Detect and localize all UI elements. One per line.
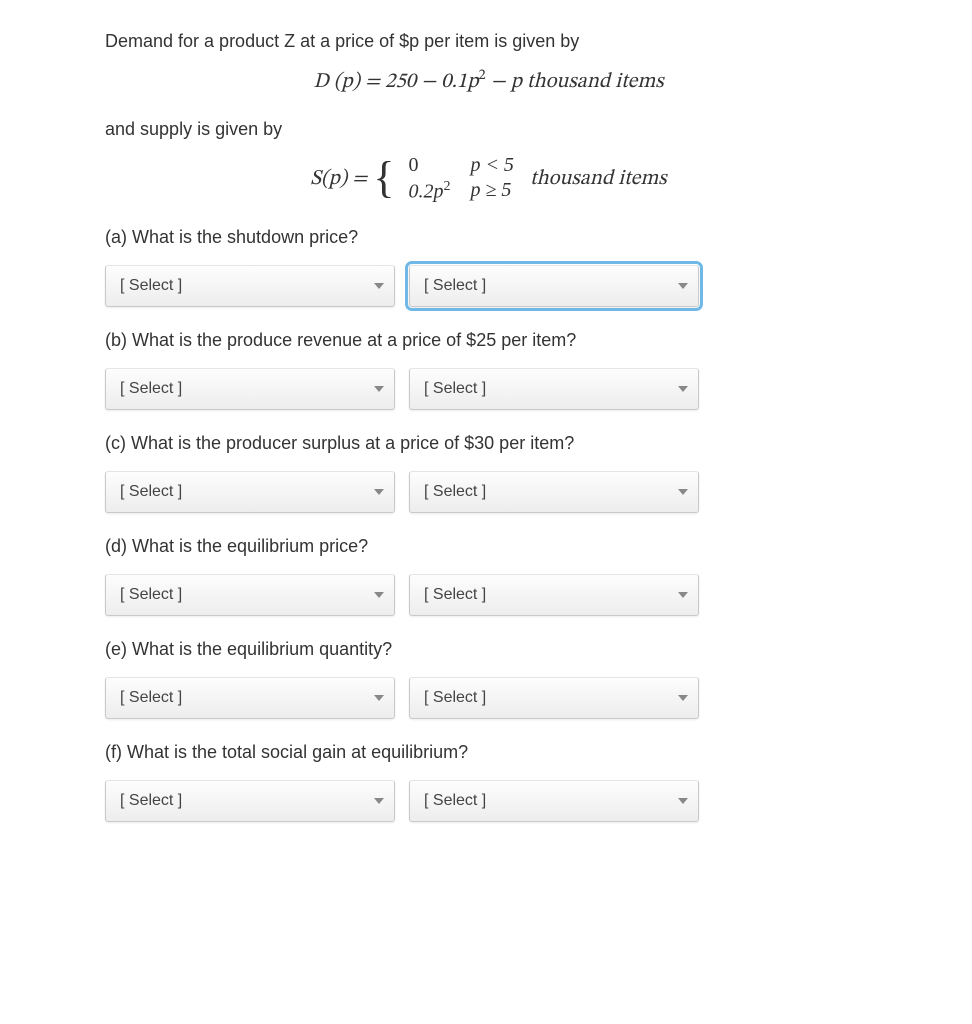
select-row-f: [ Select ] [ Select ]: [105, 780, 872, 822]
select-placeholder: [ Select ]: [424, 274, 486, 298]
chevron-down-icon: [678, 283, 688, 289]
supply-case2-cond: p ≥ 5: [470, 179, 511, 201]
select-placeholder: [ Select ]: [120, 274, 182, 298]
question-c: (c) What is the producer surplus at a pr…: [105, 430, 872, 457]
select-row-b: [ Select ] [ Select ]: [105, 368, 872, 410]
select-c-1[interactable]: [ Select ]: [105, 471, 395, 513]
select-c-2[interactable]: [ Select ]: [409, 471, 699, 513]
chevron-down-icon: [374, 798, 384, 804]
demand-eq-tail: − p thousand items: [486, 71, 664, 92]
intro-line-2: and supply is given by: [105, 116, 872, 143]
chevron-down-icon: [678, 592, 688, 598]
chevron-down-icon: [678, 798, 688, 804]
chevron-down-icon: [374, 489, 384, 495]
question-b: (b) What is the produce revenue at a pri…: [105, 327, 872, 354]
select-a-1[interactable]: [ Select ]: [105, 265, 395, 307]
supply-case1-cond: p < 5: [470, 154, 514, 176]
chevron-down-icon: [678, 489, 688, 495]
select-placeholder: [ Select ]: [424, 377, 486, 401]
select-e-2[interactable]: [ Select ]: [409, 677, 699, 719]
chevron-down-icon: [678, 386, 688, 392]
select-row-a: [ Select ] [ Select ]: [105, 265, 872, 307]
supply-lhs: S(p) =: [310, 163, 367, 195]
chevron-down-icon: [678, 695, 688, 701]
select-placeholder: [ Select ]: [120, 480, 182, 504]
select-b-1[interactable]: [ Select ]: [105, 368, 395, 410]
select-e-1[interactable]: [ Select ]: [105, 677, 395, 719]
select-placeholder: [ Select ]: [424, 686, 486, 710]
question-page: Demand for a product Z at a price of $p …: [0, 0, 972, 852]
select-placeholder: [ Select ]: [120, 377, 182, 401]
supply-units: thousand items: [530, 163, 667, 195]
supply-case1-val: 0: [408, 154, 418, 176]
select-placeholder: [ Select ]: [424, 480, 486, 504]
select-placeholder: [ Select ]: [120, 583, 182, 607]
supply-case2-val: 0.2p: [408, 180, 443, 202]
select-placeholder: [ Select ]: [424, 789, 486, 813]
question-e: (e) What is the equilibrium quantity?: [105, 636, 872, 663]
question-a: (a) What is the shutdown price?: [105, 224, 872, 251]
select-row-d: [ Select ] [ Select ]: [105, 574, 872, 616]
select-a-2[interactable]: [ Select ]: [409, 265, 699, 307]
intro-line-1: Demand for a product Z at a price of $p …: [105, 28, 872, 55]
demand-equation: D (p) = 250 − 0.1p2 − p thousand items: [105, 65, 872, 98]
select-placeholder: [ Select ]: [424, 583, 486, 607]
chevron-down-icon: [374, 283, 384, 289]
demand-eq-left: D (p) = 250 − 0.1p: [313, 71, 478, 92]
question-d: (d) What is the equilibrium price?: [105, 533, 872, 560]
piecewise-brace: { 0 p < 5 0.2p2 p ≥ 5: [373, 153, 524, 205]
select-d-1[interactable]: [ Select ]: [105, 574, 395, 616]
chevron-down-icon: [374, 386, 384, 392]
chevron-down-icon: [374, 695, 384, 701]
select-row-c: [ Select ] [ Select ]: [105, 471, 872, 513]
select-f-1[interactable]: [ Select ]: [105, 780, 395, 822]
chevron-down-icon: [374, 592, 384, 598]
supply-equation: S(p) = { 0 p < 5 0.2p2 p ≥ 5 thousand it…: [105, 153, 872, 205]
select-placeholder: [ Select ]: [120, 789, 182, 813]
select-placeholder: [ Select ]: [120, 686, 182, 710]
select-d-2[interactable]: [ Select ]: [409, 574, 699, 616]
select-b-2[interactable]: [ Select ]: [409, 368, 699, 410]
select-f-2[interactable]: [ Select ]: [409, 780, 699, 822]
question-f: (f) What is the total social gain at equ…: [105, 739, 872, 766]
select-row-e: [ Select ] [ Select ]: [105, 677, 872, 719]
